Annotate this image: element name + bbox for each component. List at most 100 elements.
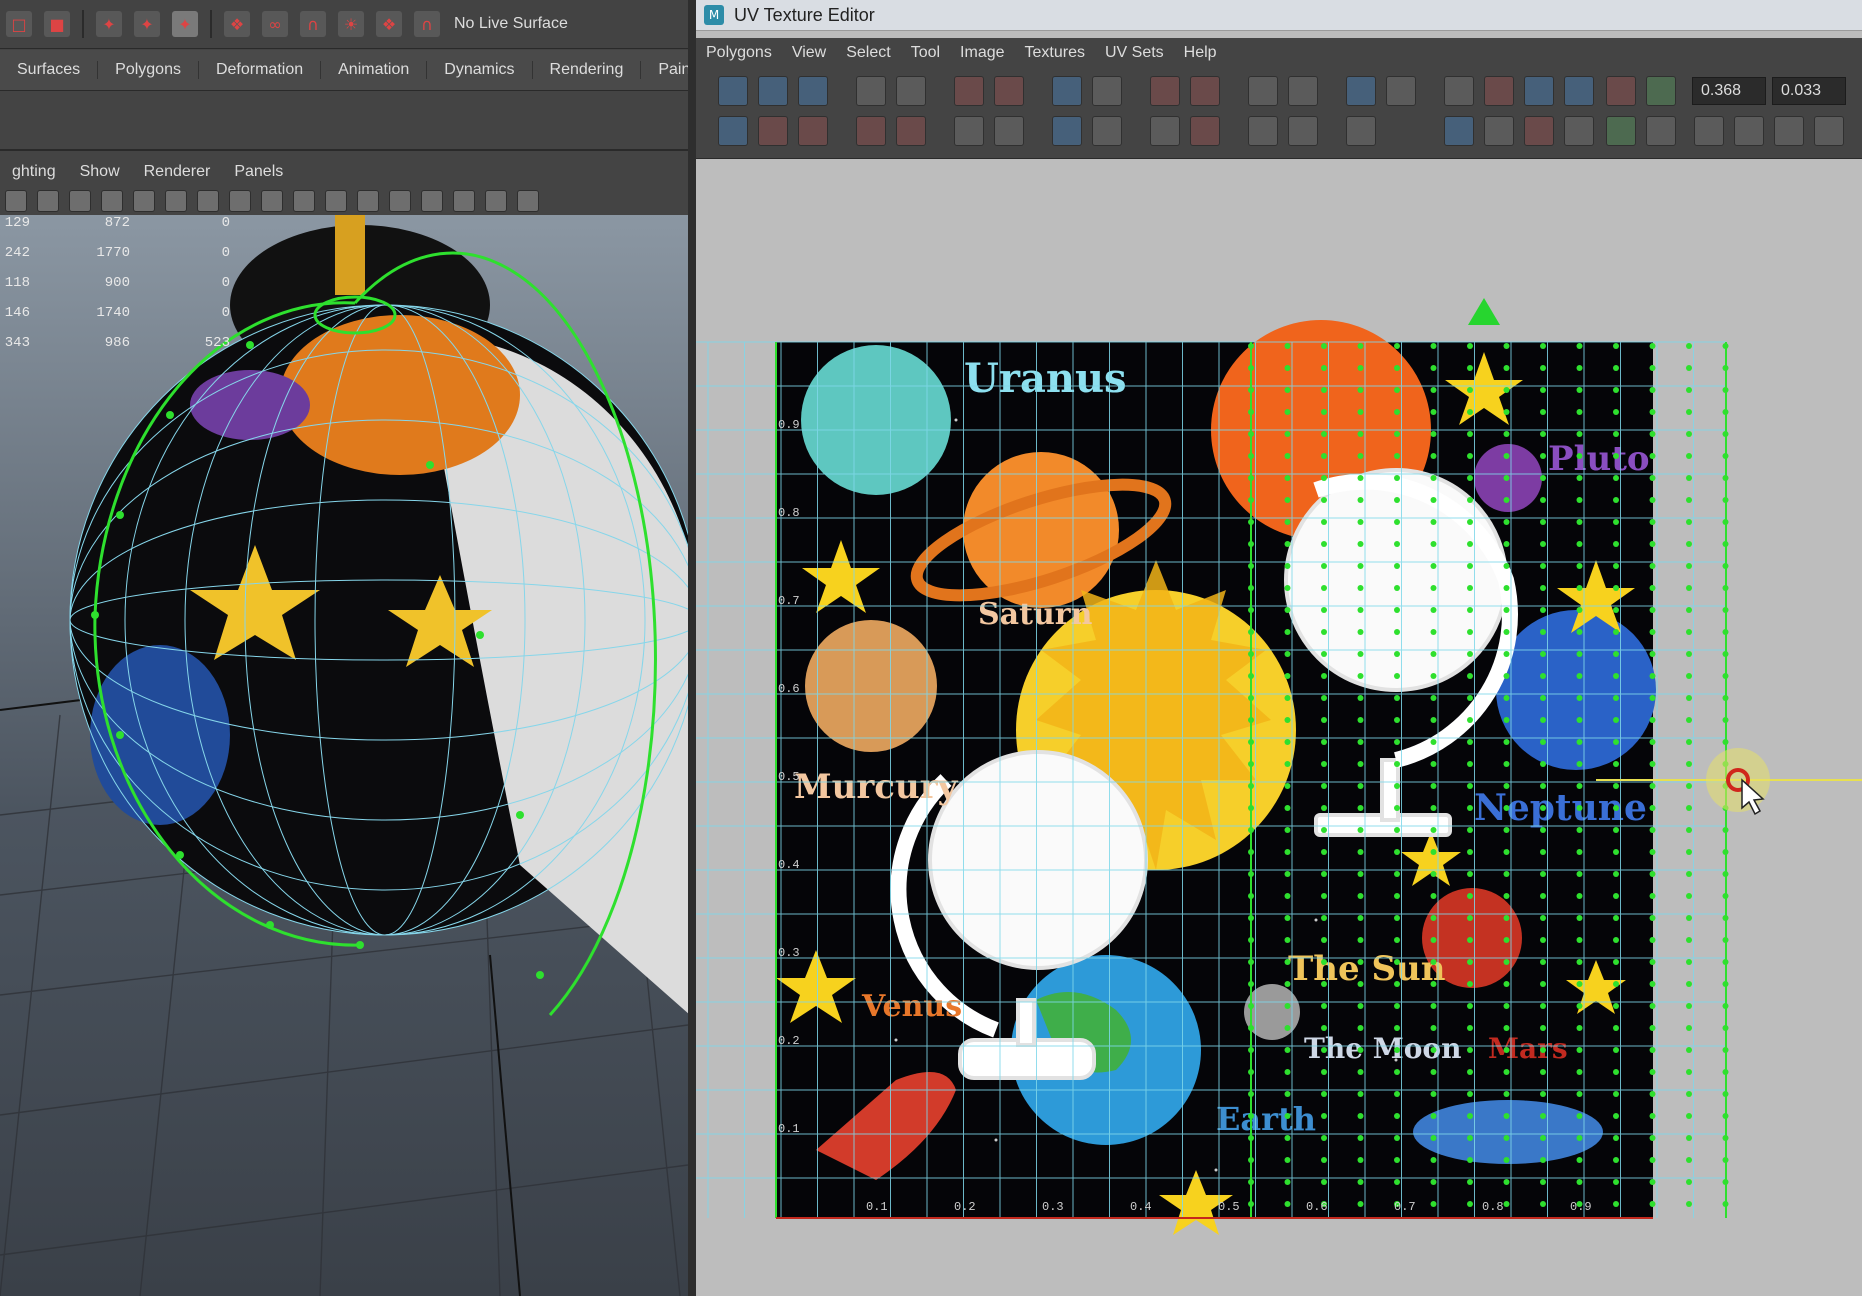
texture-icon[interactable] [197,190,219,212]
shelf-tab-surfaces[interactable]: Surfaces [0,61,99,79]
menu-polygons[interactable]: Polygons [696,44,782,62]
shelf-tab-animation[interactable]: Animation [321,61,428,79]
paste-v-icon[interactable] [1814,116,1844,146]
smooth-shade-icon[interactable] [69,190,91,212]
relax-uv-icon[interactable] [896,116,926,146]
normalize-uv-icon[interactable] [954,116,984,146]
alpha-channel-icon[interactable] [1564,116,1594,146]
perspective-viewport[interactable]: 129 872 0 242 1770 0 118 900 0 146 1740 0 343 986… [0,215,688,1296]
select-component-icon[interactable]: ✦ [172,11,198,37]
uv-canvas[interactable]: Uranus Saturn Murcury Venus Earth Pluto … [696,160,1862,1296]
unfold-uv-icon[interactable] [798,116,828,146]
wireframe-icon[interactable] [37,190,59,212]
menu-select[interactable]: Select [836,44,900,62]
menu-uv-sets[interactable]: UV Sets [1095,44,1174,62]
checker-icon[interactable] [357,190,379,212]
dim-image-icon[interactable] [1386,76,1416,106]
paste-uv-icon[interactable] [1734,116,1764,146]
color-channels-icon[interactable] [1524,116,1554,146]
sphere-icon[interactable] [421,190,443,212]
move-sew-icon[interactable] [1092,76,1122,106]
lighting-icon[interactable] [101,190,123,212]
select-shell-icon[interactable] [994,116,1024,146]
manipulator-v-arrow[interactable] [1468,298,1500,325]
isolate-icon[interactable] [325,190,347,212]
align-v-min-icon[interactable] [1150,116,1180,146]
checker-map-icon[interactable] [1484,116,1514,146]
paste-u-icon[interactable] [1774,116,1804,146]
menu-tool[interactable]: Tool [901,44,950,62]
menu-renderer[interactable]: Renderer [132,163,223,181]
toggle-filter-icon[interactable] [1444,116,1474,146]
shadow-icon[interactable] [453,190,475,212]
select-object-icon[interactable]: ✦ [134,11,160,37]
pencil-icon[interactable] [5,190,27,212]
flip-v-icon[interactable] [798,76,828,106]
rotate-cw-icon[interactable] [896,76,926,106]
rotate-ccw-icon[interactable] [856,76,886,106]
snap-grid-icon[interactable]: ❖ [224,11,250,37]
display-image-icon[interactable] [1646,116,1676,146]
cut-uv-icon[interactable] [954,76,984,106]
hud-value: 0 [221,215,230,231]
v-value-field[interactable]: 0.033 [1772,77,1846,105]
material-icon[interactable] [485,190,507,212]
select-border-icon[interactable] [1052,116,1082,146]
display-rgb-icon[interactable] [1606,76,1636,106]
view-grid-icon[interactable] [1444,76,1474,106]
live-surface-field[interactable]: No Live Surface [454,15,568,33]
contrast-icon[interactable] [517,190,539,212]
shelf-tab-deformation[interactable]: Deformation [199,61,322,79]
cube-icon[interactable] [261,190,283,212]
menu-textures[interactable]: Textures [1015,44,1095,62]
open-scene-icon[interactable]: □ [6,11,32,37]
save-scene-icon[interactable]: ■ [44,11,70,37]
isolate-select-icon[interactable] [1248,116,1278,146]
make-live-icon[interactable]: ∩ [414,11,440,37]
image-display-icon[interactable] [1346,76,1376,106]
select-hierarchy-icon[interactable]: ✦ [96,11,122,37]
select-overlap-icon[interactable] [1092,116,1122,146]
align-v-max-icon[interactable] [1190,116,1220,146]
xray-icon[interactable] [165,190,187,212]
snap-curve-icon[interactable]: ∞ [262,11,288,37]
menu-show[interactable]: Show [68,163,132,181]
align-u-min-icon[interactable] [1150,76,1180,106]
u-value-field[interactable]: 0.368 [1692,77,1766,105]
sew-uv-icon[interactable] [1052,76,1082,106]
map-uv-border-icon[interactable] [718,116,748,146]
menu-image[interactable]: Image [950,44,1014,62]
texture-borders-icon[interactable] [1564,76,1594,106]
uv-grid-icon[interactable] [718,76,748,106]
grid-uv-icon[interactable] [1288,76,1318,106]
camera-icon[interactable] [229,190,251,212]
shelf-tab-polygons[interactable]: Polygons [98,61,199,79]
menu-panels[interactable]: Panels [222,163,295,181]
flip-u-icon[interactable] [758,76,788,106]
layout-uv-icon[interactable] [1248,76,1278,106]
shelf-tab-dynamics[interactable]: Dynamics [427,61,533,79]
update-psd-icon[interactable] [1646,76,1676,106]
uv-edit-area[interactable]: Uranus Saturn Murcury Venus Earth Pluto … [696,160,1862,1296]
menu-help[interactable]: Help [1174,44,1227,62]
refresh-icon[interactable] [1606,116,1636,146]
split-uv-icon[interactable] [994,76,1024,106]
light-bulb-icon[interactable] [389,190,411,212]
shaded-uv-icon[interactable] [1524,76,1554,106]
cube-shaded-icon[interactable] [293,190,315,212]
shelf-tab-rendering[interactable]: Rendering [533,61,642,79]
menu-view[interactable]: View [782,44,836,62]
pixel-snap-icon[interactable] [1484,76,1514,106]
flat-shade-icon[interactable] [133,190,155,212]
copy-uv-icon[interactable] [1694,116,1724,146]
snap-view-plane-icon[interactable]: ☀ [338,11,364,37]
add-to-isolate-icon[interactable] [1288,116,1318,146]
straighten-uv-icon[interactable] [758,116,788,146]
uv-snapshot-icon[interactable] [1346,116,1376,146]
menu-lighting[interactable]: ghting [0,163,68,181]
snap-point-icon[interactable]: ∩ [300,11,326,37]
smooth-uv-icon[interactable] [856,116,886,146]
uv-point [1649,1157,1656,1163]
snap-surface-icon[interactable]: ❖ [376,11,402,37]
align-u-max-icon[interactable] [1190,76,1220,106]
